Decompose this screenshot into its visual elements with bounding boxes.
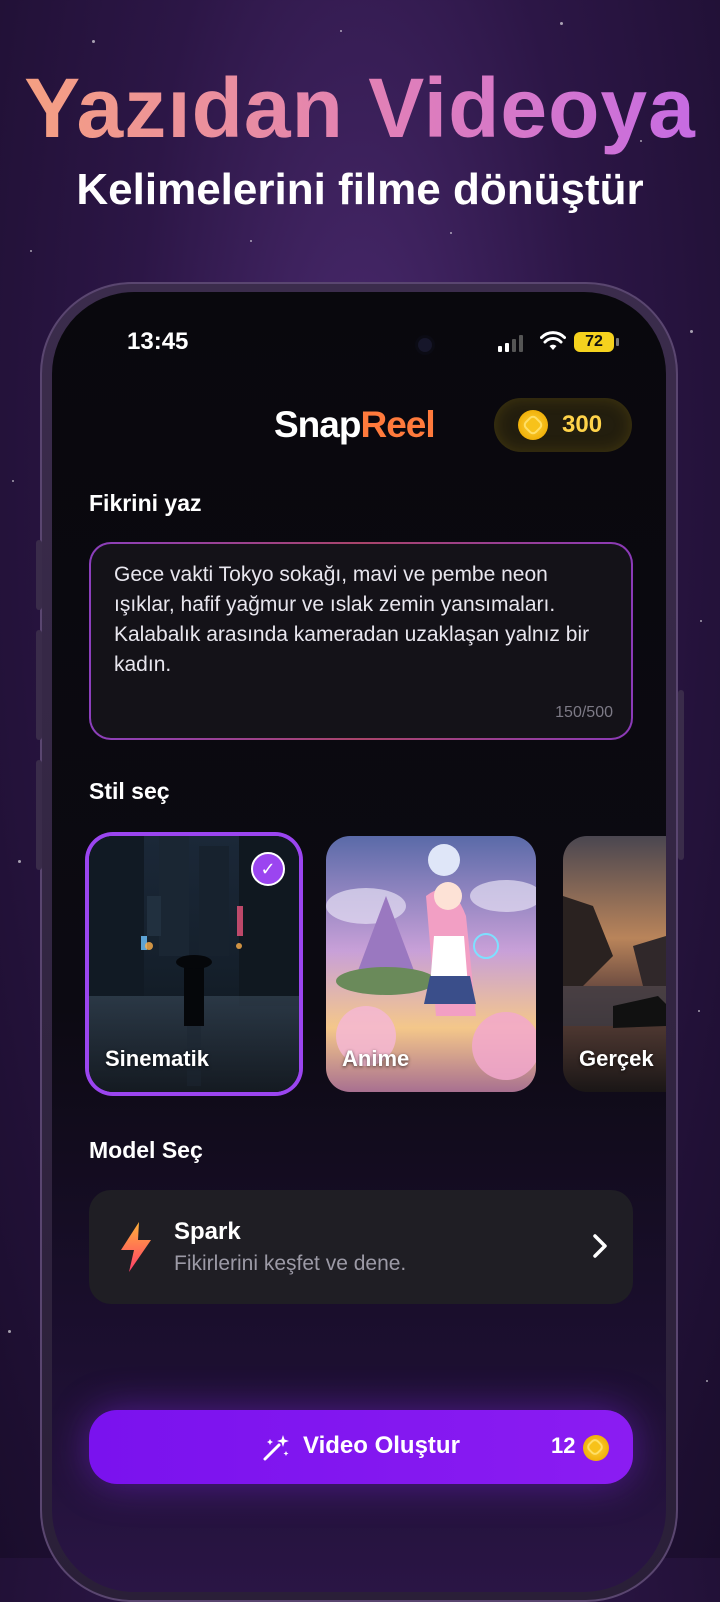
battery-icon: 72 xyxy=(574,332,619,352)
status-time: 13:45 xyxy=(127,328,189,355)
phone-side-button xyxy=(36,760,42,870)
style-label-sinematik: Sinematik xyxy=(105,1046,209,1071)
model-name: Spark xyxy=(174,1218,241,1245)
logo-reel: Reel xyxy=(360,404,435,445)
chevron-right-icon xyxy=(593,1234,607,1258)
char-count: 150/500 xyxy=(555,704,613,721)
style-card-sinematik[interactable]: ✓ Sinematik xyxy=(89,836,299,1092)
style-label-anime: Anime xyxy=(342,1046,410,1071)
hero-subtitle: Kelimelerini filme dönüştür xyxy=(76,165,644,214)
phone-side-button xyxy=(678,690,684,860)
prompt-textarea[interactable]: Gece vakti Tokyo sokağı, mavi ve pembe n… xyxy=(89,542,633,740)
cellular-signal-icon xyxy=(498,334,523,352)
coin-balance-button[interactable]: 300 xyxy=(494,398,632,452)
phone-side-button xyxy=(36,630,42,740)
cost-coin-icon xyxy=(583,1435,609,1461)
style-card-gercek[interactable]: Gerçek xyxy=(563,836,666,1092)
style-card-anime[interactable]: Anime xyxy=(326,836,536,1092)
create-video-button[interactable]: Video Oluştur 12 xyxy=(89,1410,633,1484)
prompt-label: Fikrini yaz xyxy=(89,490,202,516)
magic-wand-icon xyxy=(263,1435,289,1461)
phone-side-button xyxy=(36,540,42,610)
create-video-label: Video Oluştur xyxy=(303,1432,460,1459)
model-label: Model Seç xyxy=(89,1137,203,1163)
model-select-button[interactable]: Spark Fikirlerini keşfet ve dene. xyxy=(89,1190,633,1304)
front-camera xyxy=(418,338,432,352)
app-screen: 13:45 72 SnapReel 300 Fikrini yaz Gece v… xyxy=(52,292,666,1592)
logo-snap: Snap xyxy=(274,404,361,445)
prompt-text: Gece vakti Tokyo sokağı, mavi ve pembe n… xyxy=(114,563,590,676)
app-logo: SnapReel xyxy=(274,404,436,446)
style-label: Stil seç xyxy=(89,778,170,804)
lightning-icon xyxy=(121,1222,151,1272)
model-description: Fikirlerini keşfet ve dene. xyxy=(174,1252,407,1275)
wifi-icon xyxy=(540,331,566,350)
coin-icon xyxy=(518,410,548,440)
coin-count: 300 xyxy=(562,411,603,438)
check-icon: ✓ xyxy=(251,852,285,886)
style-label-gercek: Gerçek xyxy=(579,1046,654,1071)
hero-title: Yazıdan Videoya xyxy=(0,58,720,158)
video-cost: 12 xyxy=(551,1433,576,1458)
